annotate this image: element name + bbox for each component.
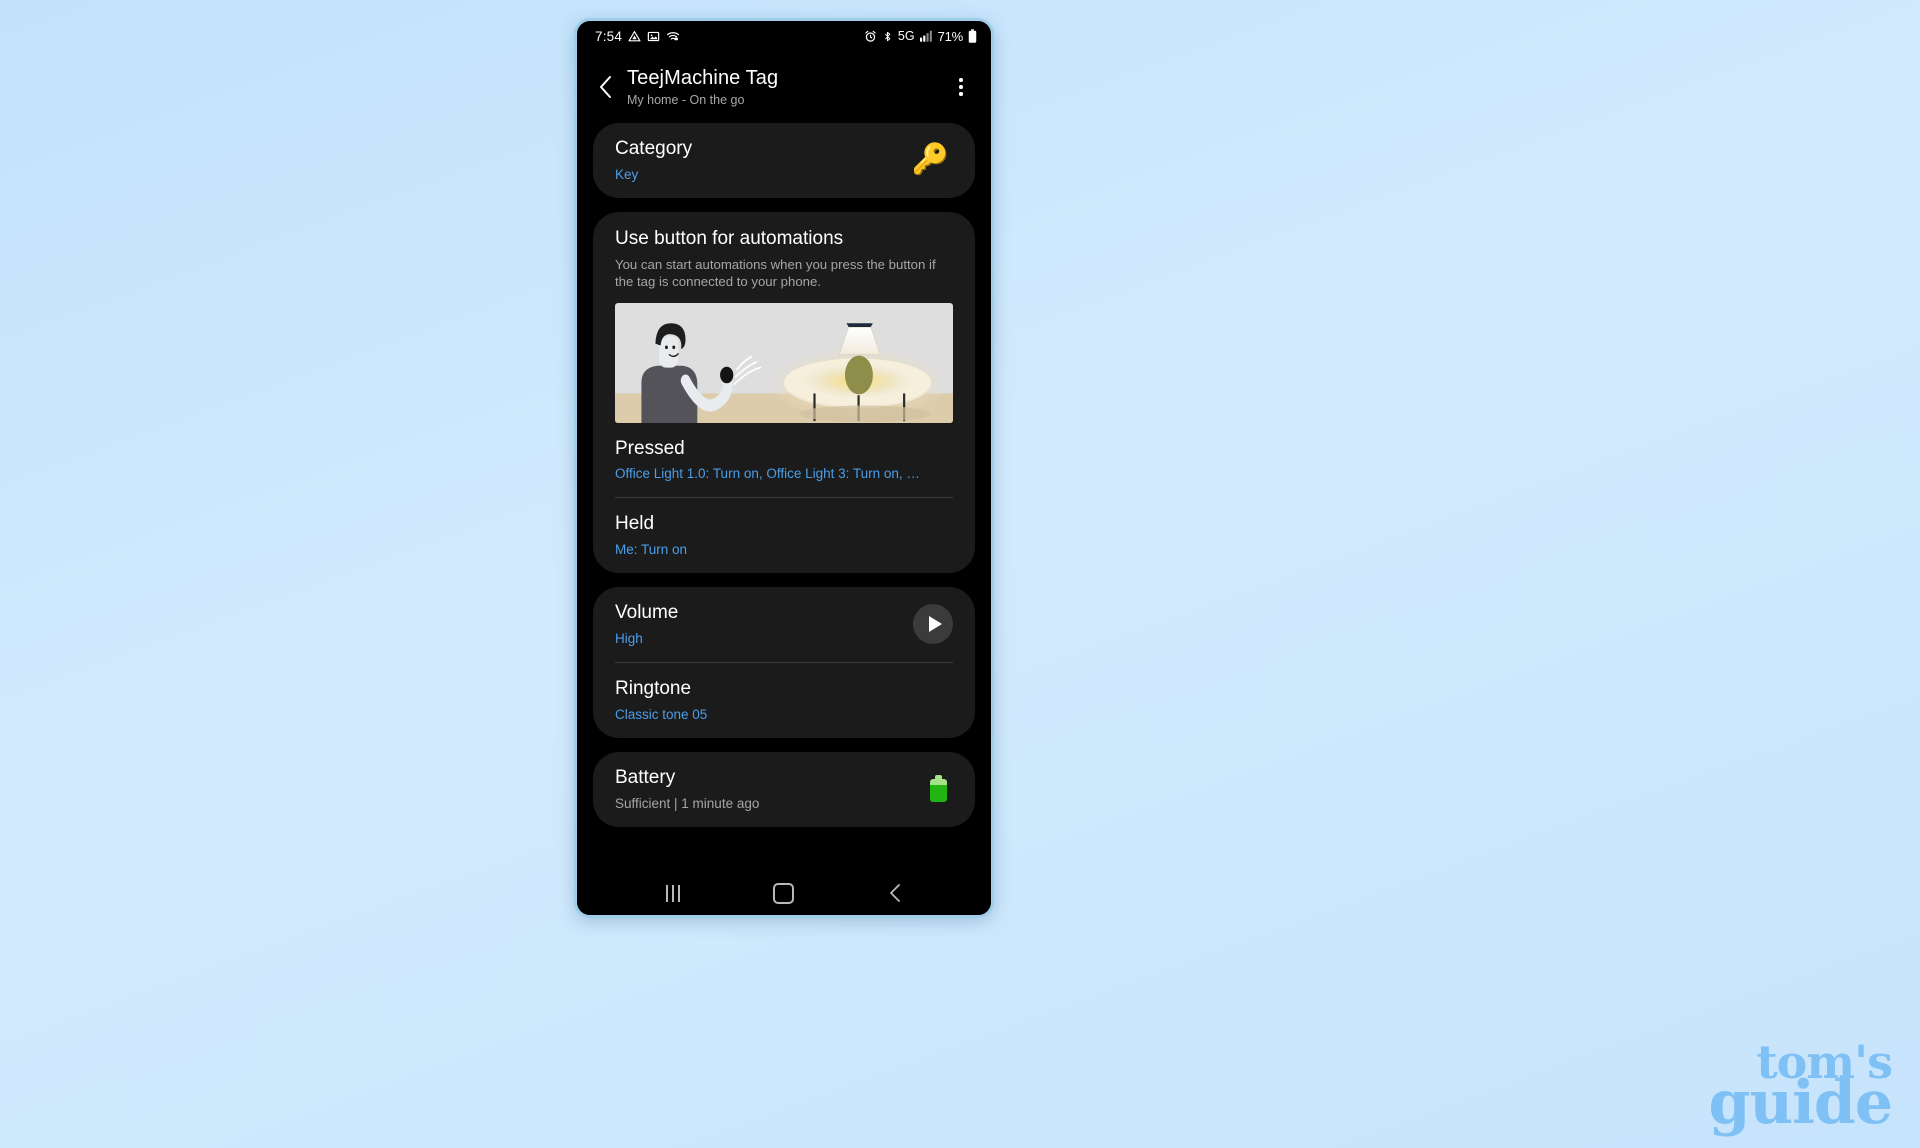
- automations-card: Use button for automations You can start…: [593, 211, 975, 574]
- status-clock: 7:54: [595, 28, 623, 44]
- automations-description: You can start automations when you press…: [615, 256, 936, 290]
- battery-status: Sufficient | 1 minute ago: [615, 795, 760, 811]
- page-subtitle: My home - On the go: [627, 93, 745, 107]
- battery-card[interactable]: Battery Sufficient | 1 minute ago: [593, 751, 975, 827]
- battery-text-block: Battery Sufficient | 1 minute ago: [615, 767, 930, 811]
- status-bar-left: 7:54: [595, 29, 680, 44]
- settings-list: Category Key 🔑 Use button for automation…: [577, 123, 991, 871]
- battery-percent-label: 71%: [937, 28, 964, 44]
- photo-icon: [647, 30, 660, 43]
- pressed-value: Office Light 1.0: Turn on, Office Light …: [615, 466, 920, 482]
- pressed-title: Pressed: [615, 437, 685, 459]
- held-title: Held: [615, 513, 655, 535]
- system-back-button[interactable]: [871, 871, 919, 915]
- play-button[interactable]: [913, 604, 953, 645]
- category-card[interactable]: Category Key 🔑: [593, 123, 975, 198]
- battery-title: Battery: [615, 766, 676, 788]
- battery-body: [930, 779, 947, 803]
- volume-title: Volume: [615, 602, 679, 624]
- page-title: TeejMachine Tag: [627, 67, 779, 89]
- ringtone-title: Ringtone: [615, 678, 692, 700]
- android-navigation-bar: [577, 871, 991, 915]
- more-vertical-icon: [959, 92, 963, 96]
- signal-bars-icon: [919, 30, 933, 42]
- recents-button[interactable]: [649, 871, 697, 915]
- app-bar-titles: TeejMachine Tag My home - On the go: [627, 67, 945, 107]
- battery-icon: [968, 29, 977, 43]
- more-vertical-icon: [959, 78, 963, 82]
- tomsguide-watermark: tom's guide: [1708, 1039, 1893, 1139]
- alarm-icon: [864, 30, 877, 43]
- automations-illustration-wrap: [593, 302, 975, 423]
- play-icon: [928, 616, 942, 633]
- chevron-left-icon: [599, 76, 611, 98]
- home-icon: [773, 882, 795, 904]
- battery-full-green-icon: [930, 775, 947, 803]
- automations-title: Use button for automations: [615, 227, 844, 249]
- category-title: Category: [615, 138, 693, 159]
- key-icon: 🔑: [911, 142, 949, 176]
- drive-icon: [628, 30, 641, 43]
- automation-row-held[interactable]: Held Me: Turn on: [593, 498, 975, 573]
- phone-screen: 7:54 5G 71% TeejMachine Tag My home - On…: [577, 21, 991, 915]
- volume-text-block: Volume High: [615, 602, 913, 646]
- back-icon: [890, 884, 901, 902]
- held-value: Me: Turn on: [615, 542, 688, 558]
- sound-card: Volume High Ringtone Classic tone 05: [593, 587, 975, 738]
- category-row[interactable]: Category Key 🔑: [593, 123, 975, 198]
- automation-illustration: [615, 302, 953, 423]
- bluetooth-icon: [882, 30, 893, 43]
- phone-device-frame: 7:54 5G 71% TeejMachine Tag My home - On…: [574, 18, 994, 918]
- status-bar-right: 5G 71%: [864, 29, 977, 44]
- home-button[interactable]: [760, 871, 808, 915]
- recents-icon: [665, 884, 680, 902]
- automations-header: Use button for automations You can start…: [593, 212, 975, 303]
- ringtone-value: Classic tone 05: [615, 706, 708, 722]
- back-button[interactable]: [587, 69, 623, 105]
- ringtone-row[interactable]: Ringtone Classic tone 05: [593, 663, 975, 738]
- more-vertical-icon: [959, 85, 963, 89]
- watermark-line-2: guide: [1708, 1068, 1893, 1139]
- app-bar: TeejMachine Tag My home - On the go: [577, 51, 991, 123]
- status-bar: 7:54 5G 71%: [577, 21, 991, 51]
- overflow-menu-button[interactable]: [945, 70, 977, 104]
- volume-value: High: [615, 631, 643, 647]
- category-value: Key: [615, 166, 639, 182]
- wifi-icon: [666, 30, 680, 43]
- volume-row[interactable]: Volume High: [593, 587, 975, 662]
- automation-row-pressed[interactable]: Pressed Office Light 1.0: Turn on, Offic…: [593, 423, 975, 498]
- network-type-label: 5G: [897, 29, 915, 43]
- battery-row[interactable]: Battery Sufficient | 1 minute ago: [593, 752, 975, 827]
- category-text-block: Category Key: [615, 138, 912, 182]
